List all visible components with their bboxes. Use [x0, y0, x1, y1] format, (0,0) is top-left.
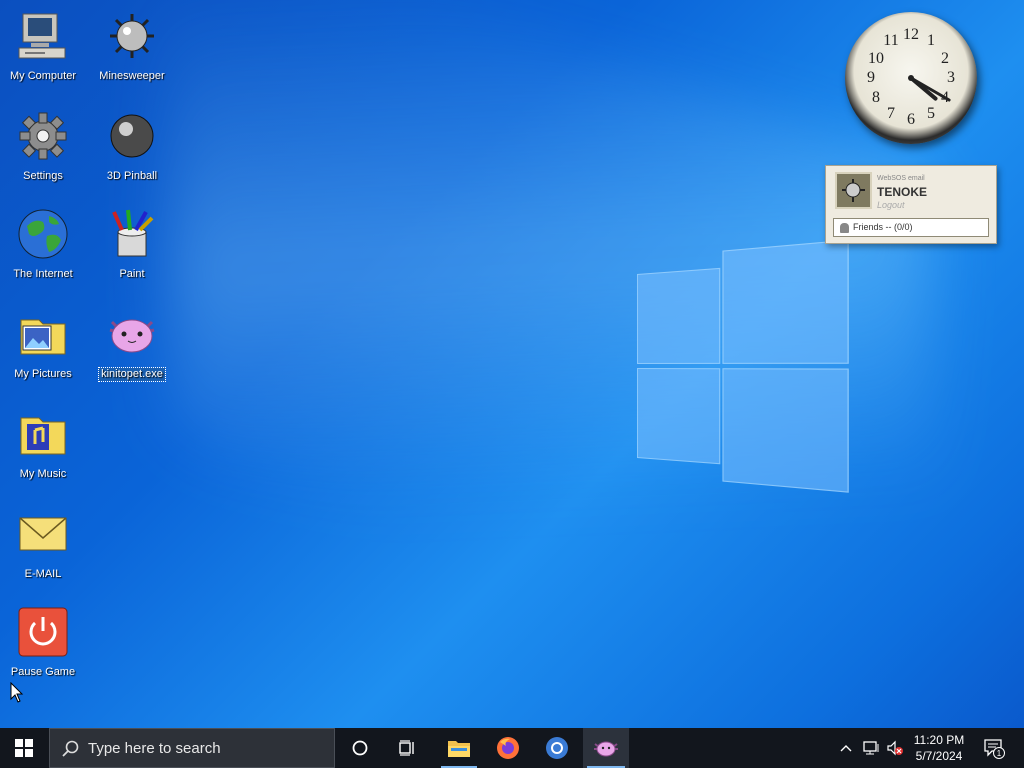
notification-icon: 1: [983, 737, 1005, 759]
mine-icon: [106, 10, 158, 62]
start-button[interactable]: [0, 728, 48, 768]
icon-label: My Pictures: [12, 368, 73, 381]
windows-logo-icon: [15, 739, 33, 757]
globe-icon: [17, 208, 69, 260]
pictures-folder-icon: [17, 308, 69, 360]
desktop-icon-settings[interactable]: Settings: [0, 110, 88, 184]
person-icon: [840, 223, 849, 233]
taskbar-file-explorer[interactable]: [437, 728, 481, 768]
search-box[interactable]: Type here to search: [49, 728, 335, 768]
icon-label: My Computer: [8, 70, 78, 83]
icon-label: E-MAIL: [23, 568, 64, 581]
messenger-widget[interactable]: WebSOS email TENOKE Logout Friends -- (0…: [825, 165, 997, 244]
icon-label: kinitopet.exe: [99, 368, 165, 381]
cortana-circle-icon: [352, 740, 368, 756]
icon-label: Settings: [21, 170, 65, 183]
desktop-icon-minesweeper[interactable]: Minesweeper: [87, 10, 177, 84]
windows-logo-wallpaper: [637, 240, 846, 490]
desktop-icon-my-pictures[interactable]: My Pictures: [0, 308, 88, 382]
clock-minute-hand: [911, 78, 949, 100]
desktop-icon-paint[interactable]: Paint: [87, 208, 177, 282]
desktop-icon-my-computer[interactable]: My Computer: [0, 10, 88, 84]
desktop-icon-my-music[interactable]: My Music: [0, 408, 88, 482]
firefox-icon: [496, 736, 520, 760]
search-icon: [62, 740, 80, 758]
search-placeholder: Type here to search: [88, 740, 221, 757]
volume-muted-icon: [886, 740, 904, 756]
icon-label: My Music: [18, 468, 68, 481]
analog-clock-gadget[interactable]: 12 1 2 3 4 5 6 7 8 9 10 11: [845, 12, 977, 144]
desktop-icon-the-internet[interactable]: The Internet: [0, 208, 88, 282]
gear-icon: [17, 110, 69, 162]
folder-icon: [447, 738, 471, 758]
network-button[interactable]: [860, 728, 882, 768]
cortana-button[interactable]: [340, 728, 380, 768]
icon-label: Paint: [117, 268, 146, 281]
browser-icon: [545, 736, 569, 760]
desktop-icon-pause-game[interactable]: Pause Game: [0, 606, 88, 680]
friends-label: Friends -- (0/0): [853, 222, 913, 232]
mouse-cursor-icon: [10, 682, 24, 704]
friends-list-toggle[interactable]: Friends -- (0/0): [833, 218, 989, 237]
show-hidden-icons-button[interactable]: [836, 728, 856, 768]
chevron-up-icon: [840, 744, 852, 752]
icon-label: Minesweeper: [97, 70, 166, 83]
messenger-username: TENOKE: [877, 185, 927, 199]
desktop-icon-email[interactable]: E-MAIL: [0, 508, 88, 582]
avatar[interactable]: [835, 172, 872, 209]
network-icon: [862, 740, 880, 756]
paint-icon: [106, 208, 158, 260]
desktop[interactable]: My Computer Settings The Internet My Pic…: [0, 0, 1024, 728]
logout-link[interactable]: Logout: [877, 200, 905, 210]
taskbar-date: 5/7/2024: [903, 748, 975, 764]
taskbar-time: 11:20 PM: [903, 732, 975, 748]
icon-label: Pause Game: [9, 666, 77, 679]
desktop-icon-kinitopet[interactable]: kinitopet.exe: [87, 308, 177, 382]
icon-label: 3D Pinball: [105, 170, 159, 183]
axolotl-pet-icon: [592, 738, 620, 758]
icon-label: The Internet: [11, 268, 74, 281]
taskbar-chrome[interactable]: [535, 728, 579, 768]
computer-icon: [17, 10, 69, 62]
clock-date[interactable]: 11:20 PM 5/7/2024: [903, 732, 975, 764]
taskbar: Type here to search 11:20 PM 5/7/2024 1: [0, 728, 1024, 768]
messenger-service-label: WebSOS email: [877, 175, 925, 182]
power-icon: [17, 606, 69, 658]
envelope-icon: [17, 508, 69, 560]
clock-hands: [845, 12, 977, 144]
pinball-icon: [106, 110, 158, 162]
desktop-icon-3d-pinball[interactable]: 3D Pinball: [87, 110, 177, 184]
music-folder-icon: [17, 408, 69, 460]
action-center-button[interactable]: 1: [979, 728, 1009, 768]
task-view-icon: [399, 740, 417, 756]
taskbar-kinitopet[interactable]: [583, 728, 629, 768]
task-view-button[interactable]: [388, 728, 428, 768]
axolotl-pet-icon: [106, 308, 158, 360]
notification-count: 1: [997, 749, 1002, 758]
taskbar-firefox[interactable]: [486, 728, 530, 768]
